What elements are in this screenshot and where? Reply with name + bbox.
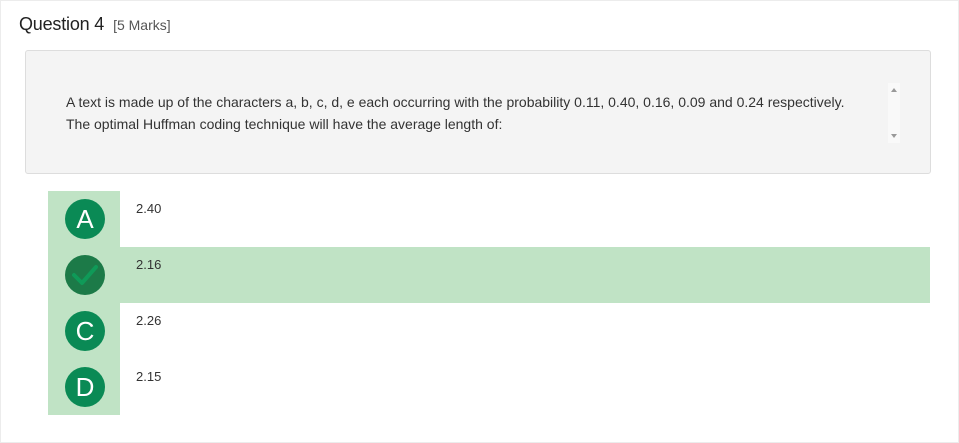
- option-d[interactable]: D 2.15: [48, 359, 930, 415]
- option-value: 2.16: [136, 257, 162, 272]
- option-a[interactable]: A 2.40: [48, 191, 930, 247]
- question-title: Question 4: [19, 14, 105, 34]
- option-b-correct[interactable]: 2.16: [48, 247, 930, 303]
- question-box: A text is made up of the characters a, b…: [25, 50, 931, 174]
- option-value: 2.40: [136, 201, 162, 216]
- option-c[interactable]: C 2.26: [48, 303, 930, 359]
- option-letter-badge: D: [65, 367, 105, 407]
- scroll-down-icon[interactable]: [891, 134, 897, 138]
- question-header: Question 4 [5 Marks]: [19, 14, 171, 35]
- scroll-up-icon[interactable]: [891, 88, 897, 92]
- option-value: 2.26: [136, 313, 162, 328]
- option-letter-badge: A: [65, 199, 105, 239]
- correct-badge: [65, 255, 105, 295]
- question-text: A text is made up of the characters a, b…: [66, 94, 845, 132]
- question-marks: [5 Marks]: [113, 17, 171, 33]
- question-scrollbar[interactable]: [888, 83, 900, 143]
- checkmark-icon: [72, 265, 98, 285]
- option-value: 2.15: [136, 369, 162, 384]
- option-letter-badge: C: [65, 311, 105, 351]
